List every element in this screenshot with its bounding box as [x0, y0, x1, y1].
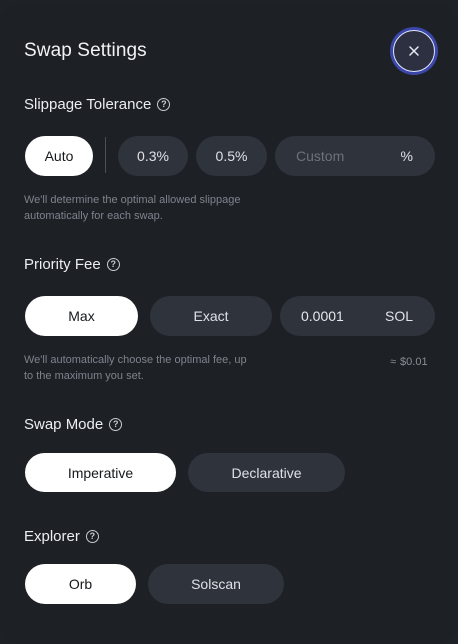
- explorer-text: Explorer: [24, 528, 80, 545]
- percent-unit: %: [400, 148, 413, 164]
- slippage-option-0-5[interactable]: 0.5%: [196, 136, 267, 176]
- swap-settings-panel: Swap Settings Slippage Tolerance ? Auto …: [0, 4, 458, 644]
- priority-fee-text: Priority Fee: [24, 256, 101, 273]
- swap-mode-label: Swap Mode ?: [24, 416, 123, 433]
- explorer-option-solscan[interactable]: Solscan: [148, 564, 284, 604]
- page-title: Swap Settings: [24, 40, 147, 61]
- approx-icon: ≈: [390, 356, 397, 368]
- slippage-hint: We'll determine the optimal allowed slip…: [24, 192, 274, 224]
- help-icon[interactable]: ?: [109, 418, 123, 431]
- slippage-hint-line2: automatically for each swap.: [24, 210, 163, 222]
- priority-fee-option-max[interactable]: Max: [25, 296, 138, 336]
- help-icon[interactable]: ?: [85, 530, 99, 543]
- priority-fee-hint-line2: to the maximum you set.: [24, 370, 144, 382]
- slippage-hint-line1: We'll determine the optimal allowed slip…: [24, 194, 241, 206]
- sol-unit: SOL: [384, 308, 413, 324]
- explorer-option-orb[interactable]: Orb: [25, 564, 136, 604]
- slippage-tolerance-text: Slippage Tolerance: [24, 96, 152, 113]
- priority-fee-label: Priority Fee ?: [24, 256, 120, 273]
- slippage-option-0-3[interactable]: 0.3%: [118, 136, 188, 176]
- swap-mode-option-imperative[interactable]: Imperative: [25, 453, 176, 492]
- close-icon: [409, 46, 419, 56]
- slippage-divider: [105, 137, 106, 173]
- priority-fee-amount-field[interactable]: SOL: [280, 296, 435, 336]
- priority-fee-hint-line1: We'll automatically choose the optimal f…: [24, 354, 247, 366]
- slippage-tolerance-label: Slippage Tolerance ?: [24, 96, 171, 113]
- explorer-label: Explorer ?: [24, 528, 99, 545]
- slippage-custom-field[interactable]: %: [275, 136, 435, 176]
- slippage-custom-input[interactable]: [296, 148, 386, 164]
- close-button[interactable]: [393, 30, 435, 72]
- help-icon[interactable]: ?: [157, 98, 171, 111]
- priority-fee-hint: We'll automatically choose the optimal f…: [24, 352, 274, 384]
- priority-fee-estimate: ≈ $0.01: [390, 356, 428, 368]
- priority-fee-option-exact[interactable]: Exact: [150, 296, 272, 336]
- swap-mode-option-declarative[interactable]: Declarative: [188, 453, 345, 492]
- swap-mode-text: Swap Mode: [24, 416, 104, 433]
- help-icon[interactable]: ?: [106, 258, 120, 271]
- priority-fee-amount-input[interactable]: [301, 308, 371, 324]
- priority-fee-estimate-value: $0.01: [400, 356, 428, 368]
- slippage-option-auto[interactable]: Auto: [25, 136, 93, 176]
